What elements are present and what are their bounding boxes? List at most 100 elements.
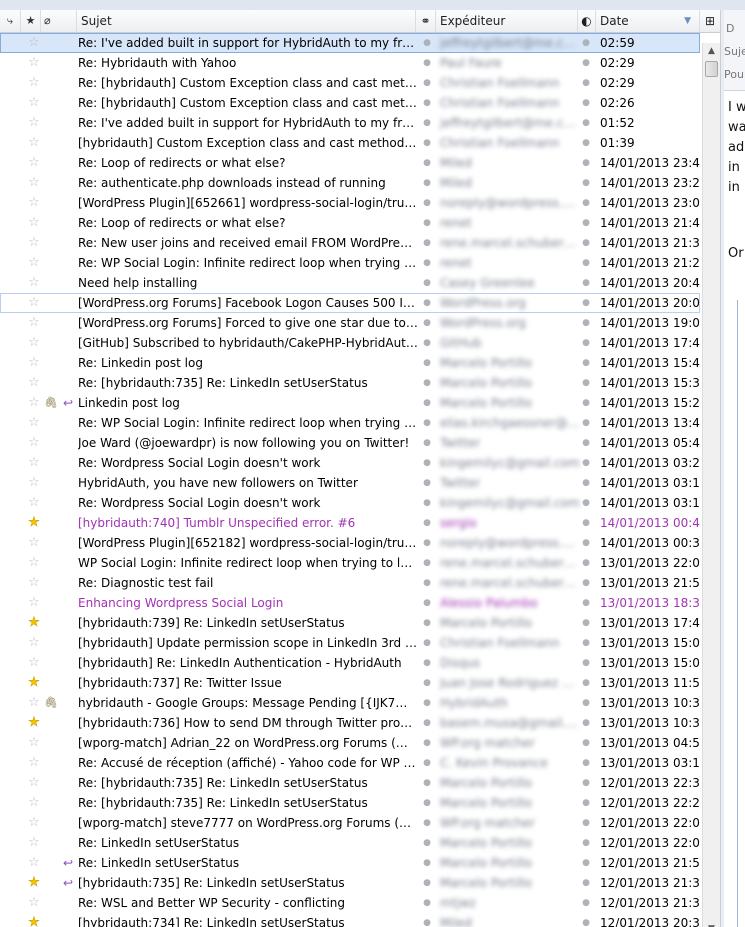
read-status-dot-icon[interactable]: ● (422, 713, 432, 733)
read-status-dot-icon[interactable]: ● (422, 33, 432, 53)
junk-status-dot-icon[interactable]: ● (581, 553, 591, 573)
message-row[interactable]: ★ [hybridauth:740] Tumblr Unspecified err… (0, 513, 700, 533)
read-status-dot-icon[interactable]: ● (422, 113, 432, 133)
message-row[interactable]: ☆ 🖇 hybridauth - Google Groups: Message Pe… (0, 693, 700, 713)
read-status-dot-icon[interactable]: ● (422, 533, 432, 553)
read-status-dot-icon[interactable]: ● (422, 593, 432, 613)
star-icon[interactable]: ★ (25, 513, 43, 533)
read-status-dot-icon[interactable]: ● (422, 553, 432, 573)
star-icon[interactable]: ☆ (25, 553, 43, 573)
junk-status-dot-icon[interactable]: ● (581, 793, 591, 813)
message-row[interactable]: ☆ Re: WP Social Login: Infinite redirect … (0, 253, 700, 273)
junk-status-dot-icon[interactable]: ● (581, 693, 591, 713)
junk-status-dot-icon[interactable]: ● (581, 133, 591, 153)
message-row[interactable]: ☆ Re: [hybridauth:735] Re: LinkedIn setUs… (0, 773, 700, 793)
message-row[interactable]: ☆ Re: I've added built in support for Hyb… (0, 113, 700, 133)
read-status-dot-icon[interactable]: ● (422, 613, 432, 633)
junk-status-dot-icon[interactable]: ● (581, 333, 591, 353)
column-picker-icon[interactable]: ⊞ (700, 10, 720, 32)
read-status-dot-icon[interactable]: ● (422, 633, 432, 653)
message-row[interactable]: ☆ Re: New user joins and received email F… (0, 233, 700, 253)
junk-status-dot-icon[interactable]: ● (581, 913, 591, 927)
junk-status-dot-icon[interactable]: ● (581, 53, 591, 73)
star-icon[interactable]: ☆ (25, 813, 43, 833)
read-status-dot-icon[interactable]: ● (422, 773, 432, 793)
junk-status-dot-icon[interactable]: ● (581, 73, 591, 93)
junk-status-dot-icon[interactable]: ● (581, 273, 591, 293)
message-row[interactable]: ☆ Re: Accusé de réception (affiché) - Yah… (0, 753, 700, 773)
junk-status-dot-icon[interactable]: ● (581, 393, 591, 413)
star-icon[interactable]: ☆ (25, 213, 43, 233)
star-icon[interactable]: ☆ (25, 413, 43, 433)
message-row[interactable]: ☆ WP Social Login: Infinite redirect loop… (0, 553, 700, 573)
junk-status-dot-icon[interactable]: ● (581, 513, 591, 533)
read-status-column-icon[interactable]: ⚭ (416, 10, 436, 32)
star-icon[interactable]: ☆ (25, 893, 43, 913)
read-status-dot-icon[interactable]: ● (422, 813, 432, 833)
star-icon[interactable]: ☆ (25, 833, 43, 853)
star-column-icon[interactable]: ★ (21, 10, 41, 32)
junk-status-dot-icon[interactable]: ● (581, 313, 591, 333)
read-status-dot-icon[interactable]: ● (422, 313, 432, 333)
junk-status-dot-icon[interactable]: ● (581, 773, 591, 793)
message-row[interactable]: ☆ Re: [hybridauth:735] Re: LinkedIn setUs… (0, 373, 700, 393)
message-row[interactable]: ☆ Joe Ward (@joewardpr) is now following … (0, 433, 700, 453)
junk-status-dot-icon[interactable]: ● (581, 873, 591, 893)
read-status-dot-icon[interactable]: ● (422, 793, 432, 813)
junk-status-dot-icon[interactable]: ● (581, 813, 591, 833)
star-icon[interactable]: ☆ (25, 353, 43, 373)
star-icon[interactable]: ☆ (25, 853, 43, 873)
star-icon[interactable]: ☆ (25, 53, 43, 73)
read-status-dot-icon[interactable]: ● (422, 213, 432, 233)
junk-status-dot-icon[interactable]: ● (581, 673, 591, 693)
junk-status-dot-icon[interactable]: ● (581, 173, 591, 193)
junk-status-dot-icon[interactable]: ● (581, 753, 591, 773)
message-row[interactable]: ☆ Re: Hybridauth with Yahoo ● Paul Faure ● 02… (0, 53, 700, 73)
message-list[interactable]: ⤷ ★ ⌀ Sujet ⚭ Expéditeur ◐ Date ▼ ⊞ ☆ Re: … (0, 10, 720, 927)
read-status-dot-icon[interactable]: ● (422, 293, 432, 313)
read-status-dot-icon[interactable]: ● (422, 333, 432, 353)
message-row[interactable]: ☆ 🖇 ↩ Linkedin post log ● Marcelo Portillo ● 14… (0, 393, 700, 413)
junk-status-dot-icon[interactable]: ● (581, 853, 591, 873)
message-row[interactable]: ☆ Re: Linkedin post log ● Marcelo Portillo ●… (0, 353, 700, 373)
junk-status-dot-icon[interactable]: ● (581, 633, 591, 653)
message-row[interactable]: ☆ [hybridauth] Custom Exception class and… (0, 133, 700, 153)
message-row[interactable]: ☆ [WordPress.org Forums] Forced to give o… (0, 313, 700, 333)
read-status-dot-icon[interactable]: ● (422, 733, 432, 753)
junk-status-dot-icon[interactable]: ● (581, 33, 591, 53)
attachment-column-icon[interactable]: ⌀ (41, 10, 77, 32)
read-status-dot-icon[interactable]: ● (422, 353, 432, 373)
read-status-dot-icon[interactable]: ● (422, 653, 432, 673)
star-icon[interactable]: ☆ (25, 753, 43, 773)
junk-status-dot-icon[interactable]: ● (581, 493, 591, 513)
read-status-dot-icon[interactable]: ● (422, 913, 432, 927)
read-status-dot-icon[interactable]: ● (422, 673, 432, 693)
star-icon[interactable]: ★ (25, 673, 43, 693)
message-row[interactable]: ☆ HybridAuth, you have new followers on T… (0, 473, 700, 493)
star-icon[interactable]: ☆ (25, 393, 43, 413)
read-status-dot-icon[interactable]: ● (422, 873, 432, 893)
message-row[interactable]: ☆ Enhancing Wordpress Social Login ● Alessi… (0, 593, 700, 613)
thread-column-icon[interactable]: ⤷ (0, 10, 21, 32)
star-icon[interactable]: ☆ (25, 253, 43, 273)
star-icon[interactable]: ★ (25, 913, 43, 927)
date-column-header[interactable]: Date ▼ (596, 10, 700, 32)
star-icon[interactable]: ☆ (25, 173, 43, 193)
message-row[interactable]: ☆ [wporg-match] Adrian_22 on WordPress.or… (0, 733, 700, 753)
junk-status-column-icon[interactable]: ◐ (578, 10, 596, 32)
star-icon[interactable]: ☆ (25, 533, 43, 553)
star-icon[interactable]: ★ (25, 713, 43, 733)
message-row[interactable]: ☆ Re: [hybridauth] Custom Exception class… (0, 73, 700, 93)
read-status-dot-icon[interactable]: ● (422, 373, 432, 393)
read-status-dot-icon[interactable]: ● (422, 93, 432, 113)
read-status-dot-icon[interactable]: ● (422, 693, 432, 713)
message-row[interactable]: ☆ [GitHub] Subscribed to hybridauth/CakeP… (0, 333, 700, 353)
star-icon[interactable]: ☆ (25, 473, 43, 493)
vertical-scrollbar[interactable]: ▲ ▼ (702, 43, 720, 927)
junk-status-dot-icon[interactable]: ● (581, 593, 591, 613)
read-status-dot-icon[interactable]: ● (422, 233, 432, 253)
message-row[interactable]: ☆ Re: WSL and Better WP Security - confli… (0, 893, 700, 913)
read-status-dot-icon[interactable]: ● (422, 853, 432, 873)
junk-status-dot-icon[interactable]: ● (581, 533, 591, 553)
message-row[interactable]: ☆ Re: Wordpress Social Login doesn't work… (0, 493, 700, 513)
